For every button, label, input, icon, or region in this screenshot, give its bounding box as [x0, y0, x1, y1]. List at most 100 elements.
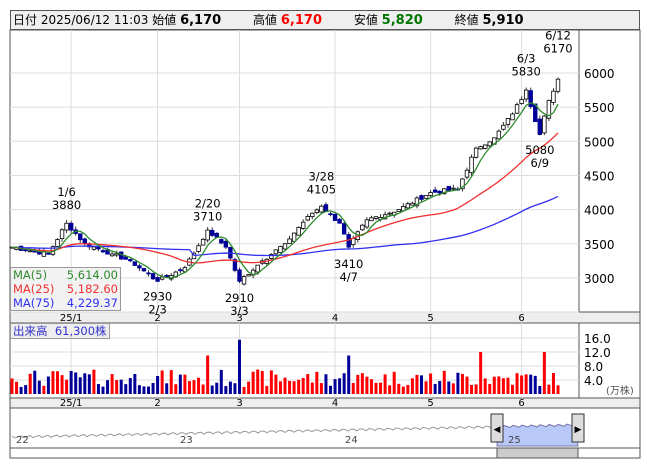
candle-body [501, 124, 506, 130]
date-tick-label: 4 [332, 313, 338, 324]
date-tick-label: 3 [236, 398, 242, 409]
volume-bar [197, 377, 201, 394]
volume-bar [342, 373, 346, 394]
volume-bar [324, 374, 328, 394]
candle-body [332, 213, 338, 221]
navigator-arrow-icon: ▶ [575, 425, 582, 435]
candle-body [241, 276, 247, 285]
volume-bar [392, 371, 396, 394]
volume-bar [333, 379, 337, 394]
volume-tick-label: 12.0 [584, 346, 611, 360]
volume-bar [224, 386, 228, 394]
volume-tick-label: 8.0 [584, 360, 603, 374]
candle-body [100, 250, 106, 253]
candle-body [68, 222, 74, 231]
volume-bar [474, 384, 478, 394]
volume-bar [451, 383, 455, 394]
volume-bar [60, 375, 64, 394]
volume-bar [379, 382, 383, 394]
volume-bar [383, 374, 387, 394]
volume-bar [183, 374, 187, 394]
candle-body [155, 277, 160, 282]
candle-body [141, 268, 147, 272]
volume-bar [483, 378, 487, 394]
candle-body [237, 269, 242, 282]
candle-body [287, 238, 292, 244]
candle-body [255, 264, 260, 273]
annotation-date: 3/3 [230, 304, 249, 318]
volume-bar [142, 386, 146, 394]
volume-bar [511, 384, 514, 394]
candle-body [300, 221, 306, 229]
volume-bar [151, 382, 155, 394]
volume-bar [556, 385, 560, 394]
volume-bar [187, 381, 191, 394]
volume-bar [128, 378, 132, 394]
annotation-date: 6/9 [531, 156, 550, 170]
annotation-date: 6/12 [545, 28, 571, 42]
candle-body [396, 209, 401, 212]
candle-body [405, 203, 411, 209]
volume-tick-label: 4.0 [584, 374, 603, 388]
volume-bar [156, 376, 160, 394]
candle-body [432, 189, 438, 193]
stock-chart[interactable]: 600055005000450040003500300025/125/12233… [0, 0, 653, 470]
volume-bar [256, 369, 260, 394]
volume-bar [51, 371, 55, 394]
annotation-date: 2/3 [148, 303, 167, 317]
candle-body [246, 274, 251, 277]
candle-body [205, 229, 210, 241]
date-tick-label: 6 [518, 313, 524, 324]
volume-bar [24, 385, 28, 394]
navigator-year-label: 22 [16, 435, 29, 446]
candle-body [319, 205, 324, 213]
volume-bar [147, 386, 150, 394]
annotation-date: 4/7 [339, 270, 358, 284]
navigator-arrow-icon: ◀ [494, 425, 501, 435]
volume-bar [460, 373, 464, 394]
volume-bar [542, 352, 546, 394]
volume-bar [233, 383, 237, 394]
volume-bar [438, 381, 442, 394]
candle-body [296, 226, 301, 236]
volume-bar [28, 373, 32, 394]
price-tick-label: 6000 [584, 67, 615, 81]
volume-bar [538, 385, 542, 394]
volume-bar [278, 381, 282, 394]
annotation-price: 3880 [52, 198, 81, 212]
volume-bar [110, 374, 114, 394]
volume-legend: 出来高 61,300株 [10, 323, 110, 339]
annotation-price: 4105 [307, 182, 336, 196]
volume-bar [447, 381, 451, 394]
volume-tick-label: 16.0 [584, 332, 611, 346]
date-axis-strip [9, 311, 641, 324]
volume-bar [488, 383, 492, 394]
candle-body [519, 99, 524, 104]
volume-bar [133, 374, 137, 394]
navigator-scrollbar-thumb[interactable] [496, 447, 579, 459]
price-tick-label: 3500 [584, 238, 615, 252]
volume-bar [506, 377, 510, 394]
candle-body [78, 233, 83, 241]
volume-bar [124, 384, 128, 394]
date-tick-label: 6 [518, 398, 524, 409]
candle-body [219, 239, 224, 244]
candle-body [123, 256, 128, 260]
candle-body [514, 104, 520, 114]
volume-bar [101, 386, 105, 394]
volume-bar [192, 380, 196, 394]
volume-bar [515, 373, 519, 394]
annotation-date: 3/28 [308, 169, 334, 183]
volume-bar [33, 370, 37, 394]
annotation-price: 6170 [543, 41, 572, 55]
date-tick-label: 4 [332, 398, 338, 409]
volume-bar [420, 375, 423, 394]
volume-bar [415, 374, 419, 394]
volume-bar [401, 386, 405, 394]
price-tick-label: 5000 [584, 135, 615, 149]
ma25-value: 5,182.60 [66, 282, 118, 296]
volume-bar [365, 376, 369, 394]
volume-bar [251, 371, 255, 394]
candle-body [510, 113, 515, 121]
candle-body [46, 252, 51, 255]
